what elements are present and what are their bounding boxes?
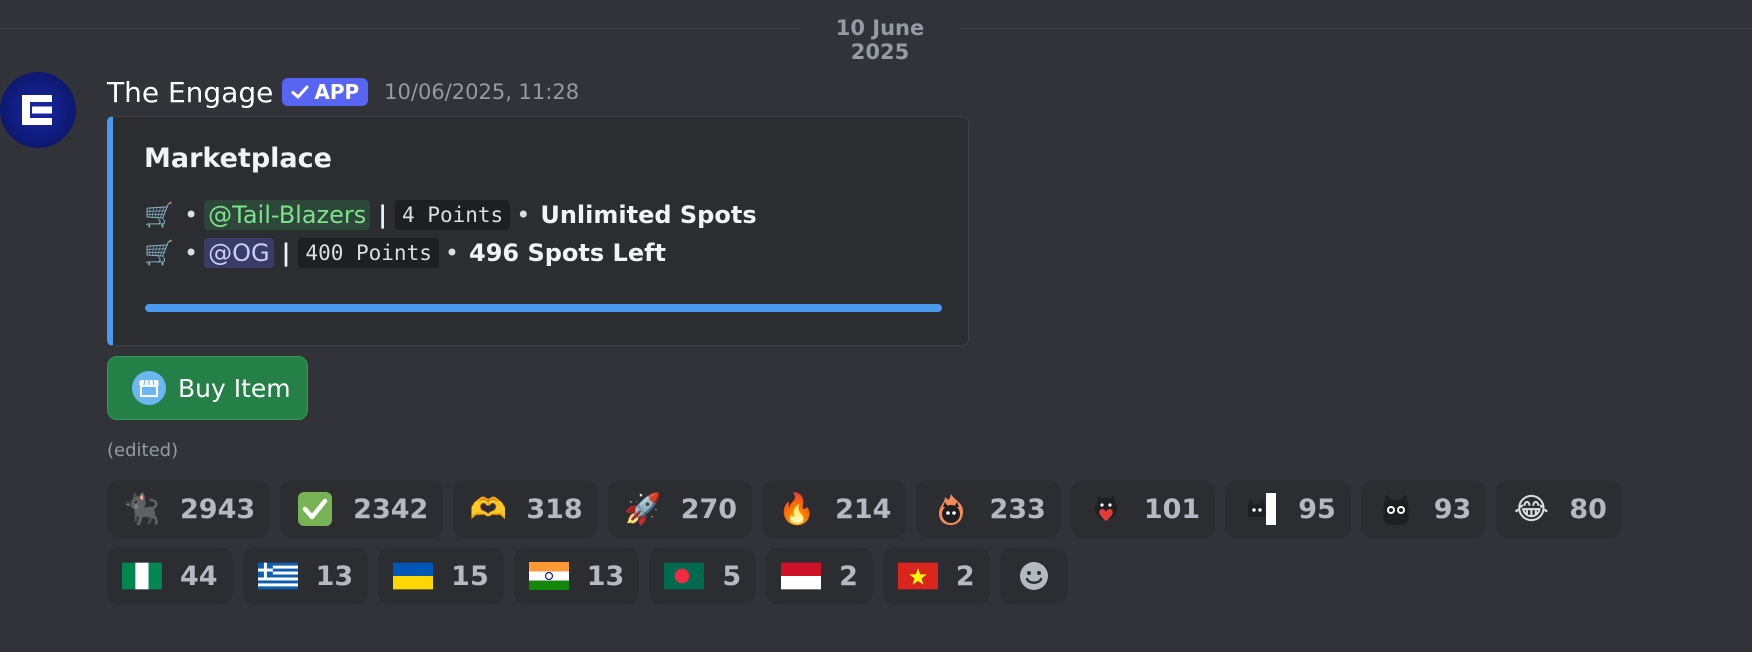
reaction-count: 95 xyxy=(1298,493,1336,525)
bullet: • xyxy=(184,239,199,267)
role-mention[interactable]: @OG xyxy=(204,238,274,268)
reaction-pill[interactable]: 🚀 270 xyxy=(607,480,753,538)
cat-fire-icon xyxy=(931,491,971,527)
bullet: • xyxy=(444,239,460,267)
reaction-count: 93 xyxy=(1433,493,1472,525)
reaction-pill[interactable]: 95 xyxy=(1225,480,1351,538)
reaction-count: 214 xyxy=(835,493,892,525)
cat-heart-icon xyxy=(1086,491,1126,527)
reaction-count: 101 xyxy=(1143,493,1201,525)
reaction-pill[interactable]: 2 xyxy=(882,547,990,605)
divider-line-right xyxy=(960,28,1752,29)
reaction-pill[interactable]: 🔥 214 xyxy=(762,480,907,538)
edited-label: (edited) xyxy=(107,440,179,461)
reaction-count: 13 xyxy=(586,560,625,592)
reactions-row: 🐈‍⬛ 2943 2342 🫶 318 🚀 270 xyxy=(107,480,1622,538)
date-divider-label: 10 June 2025 xyxy=(835,16,925,64)
discord-message-view: 10 June 2025 The Engage APP 10/06/2025, … xyxy=(0,0,1752,652)
reaction-pill[interactable]: 101 xyxy=(1070,480,1216,538)
divider-line-left xyxy=(0,28,800,29)
separator: | xyxy=(378,201,388,229)
avatar[interactable] xyxy=(0,72,76,148)
fire-icon: 🔥 xyxy=(778,491,816,527)
buy-item-button[interactable]: Buy Item xyxy=(107,356,308,420)
app-badge: APP xyxy=(282,78,369,106)
buy-item-label: Buy Item xyxy=(178,373,291,403)
rocket-icon: 🚀 xyxy=(624,491,662,527)
message-header: The Engage APP 10/06/2025, 11:28 xyxy=(107,72,579,112)
reaction-count: 270 xyxy=(680,493,738,525)
reaction-count: 13 xyxy=(315,560,354,592)
reaction-count: 2342 xyxy=(353,493,429,525)
reaction-pill[interactable]: 93 xyxy=(1360,480,1487,538)
reaction-pill[interactable]: 2342 xyxy=(280,480,444,538)
points-code: 400 Points xyxy=(298,238,439,268)
reaction-count: 80 xyxy=(1569,493,1607,525)
check-mark-icon xyxy=(295,491,335,527)
reaction-pill[interactable]: 13 xyxy=(513,547,640,605)
author-name[interactable]: The Engage xyxy=(107,76,273,109)
reaction-count: 2943 xyxy=(180,493,256,525)
reaction-pill[interactable]: 2 xyxy=(766,547,873,605)
flag-bangladesh-icon xyxy=(664,558,705,594)
reaction-count: 5 xyxy=(722,560,742,592)
flag-vietnam-icon xyxy=(897,558,938,594)
flag-india-icon xyxy=(528,558,569,594)
checkmark-icon xyxy=(291,85,309,99)
embed-item-row: 🛒 • @Tail-Blazers | 4 Points • Unlimited… xyxy=(144,197,757,233)
cat-stare-icon xyxy=(1376,491,1416,527)
store-icon xyxy=(132,371,166,405)
heart-hands-icon: 🫶 xyxy=(469,491,507,527)
flag-indonesia-icon xyxy=(781,558,822,594)
app-badge-label: APP xyxy=(314,80,360,104)
shopping-cart-icon: 🛒 xyxy=(144,201,174,229)
reactions-row: 44 13 15 13 5 2 2 xyxy=(107,547,1068,605)
date-divider: 10 June 2025 xyxy=(0,16,1752,64)
bullet: • xyxy=(184,201,199,229)
add-reaction-button[interactable] xyxy=(999,547,1068,605)
reaction-count: 44 xyxy=(180,560,218,592)
reaction-pill[interactable]: 15 xyxy=(378,547,504,605)
bullet: • xyxy=(516,201,531,229)
flag-nigeria-icon xyxy=(122,558,162,594)
spots-text: 496 Spots Left xyxy=(469,239,667,267)
reaction-count: 2 xyxy=(955,560,975,592)
reaction-count: 318 xyxy=(526,493,583,525)
spots-text: Unlimited Spots xyxy=(540,201,757,229)
role-mention[interactable]: @Tail-Blazers xyxy=(204,200,371,230)
marketplace-embed: Marketplace 🛒 • @Tail-Blazers | 4 Points… xyxy=(107,116,969,346)
flag-ukraine-icon xyxy=(393,558,434,594)
embed-progress-bar xyxy=(145,304,942,312)
message-timestamp[interactable]: 10/06/2025, 11:28 xyxy=(384,80,579,104)
smiley-add-icon xyxy=(1014,558,1054,594)
reaction-pill[interactable]: 🐈‍⬛ 2943 xyxy=(107,480,271,538)
shopping-cart-icon: 🛒 xyxy=(144,239,174,267)
flag-greece-icon xyxy=(257,558,298,594)
engage-logo-icon xyxy=(22,95,52,125)
reaction-pill[interactable]: 233 xyxy=(916,480,1061,538)
embed-item-row: 🛒 • @OG | 400 Points • 496 Spots Left xyxy=(144,235,666,271)
reaction-count: 2 xyxy=(839,560,858,592)
embed-title: Marketplace xyxy=(144,143,332,174)
black-cat-icon: 🐈‍⬛ xyxy=(123,491,161,527)
reaction-pill[interactable]: 44 xyxy=(107,547,233,605)
reaction-pill[interactable]: 13 xyxy=(242,547,369,605)
separator: | xyxy=(281,239,291,267)
reaction-pill[interactable]: 5 xyxy=(649,547,757,605)
reaction-count: 233 xyxy=(989,493,1046,525)
points-code: 4 Points xyxy=(395,200,511,230)
laughing-tears-icon: 😂 xyxy=(1513,491,1549,527)
cat-peek-icon xyxy=(1240,491,1280,527)
reaction-pill[interactable]: 😂 80 xyxy=(1496,480,1622,538)
reaction-pill[interactable]: 🫶 318 xyxy=(453,480,598,538)
reaction-count: 15 xyxy=(451,560,489,592)
